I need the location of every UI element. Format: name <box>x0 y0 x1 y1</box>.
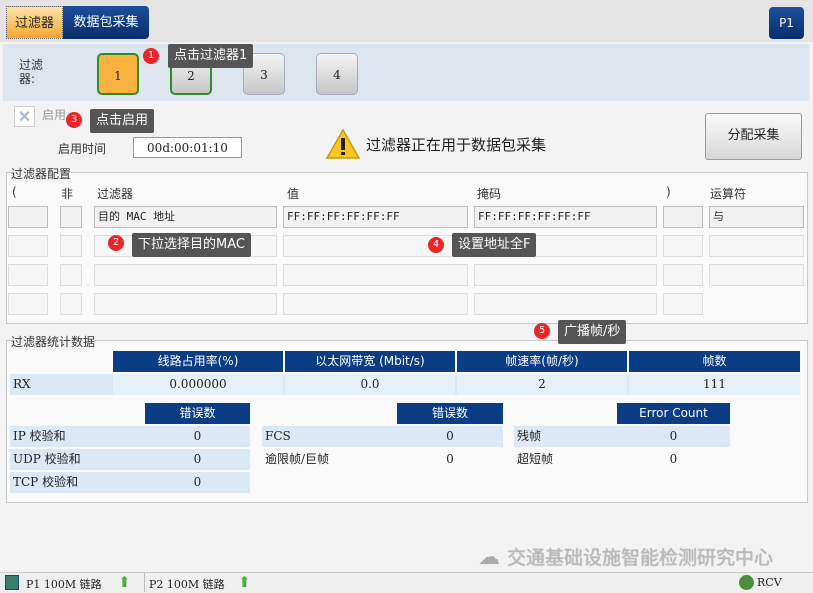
stats-header-bandwidth: 以太网带宽 (Mbit/s) <box>285 351 455 372</box>
err2-row-value: 0 <box>397 426 503 447</box>
err1-row-label: IP 校验和 <box>10 426 145 447</box>
enable-time-label: 启用时间 <box>58 142 107 156</box>
err3-row-label: 残帧 <box>514 426 617 447</box>
rx-label: RX <box>13 377 31 391</box>
err3-row-value: 0 <box>669 452 678 466</box>
filter-stats-title: 过滤器统计数据 <box>11 333 96 350</box>
rx-frames: 111 <box>629 374 800 395</box>
annotation-1-callout: 点击过滤器1 <box>168 44 254 68</box>
config-row-1-value[interactable]: FF:FF:FF:FF:FF:FF <box>283 206 468 228</box>
config-row-3-mask[interactable] <box>474 264 657 286</box>
config-row-1-mask[interactable]: FF:FF:FF:FF:FF:FF <box>474 206 657 228</box>
filter-4-button[interactable]: 4 <box>316 53 358 95</box>
config-row-4-filter[interactable] <box>94 293 277 315</box>
config-row-2-close-paren[interactable] <box>663 235 703 257</box>
err3-row-label: 超短帧 <box>517 452 554 466</box>
err1-header: 错误数 <box>145 403 250 424</box>
divider <box>144 573 145 592</box>
header-open-paren: ( <box>12 185 17 199</box>
err3-header: Error Count <box>617 403 730 424</box>
enable-checkbox[interactable]: ✕ <box>14 106 35 127</box>
header-mask: 掩码 <box>477 187 502 201</box>
p2-link-up-icon: ⬆ <box>238 573 251 591</box>
config-row-1-close-paren[interactable] <box>663 206 703 228</box>
annotation-3-callout: 点击启用 <box>90 109 155 133</box>
config-row-2-open-paren[interactable] <box>8 235 48 257</box>
stats-header-frames: 帧数 <box>629 351 800 372</box>
p2-status: P2 100M 链路 <box>149 578 225 591</box>
port-p1-button[interactable]: P1 <box>769 7 804 39</box>
warning-icon <box>325 128 361 160</box>
config-row-3-not[interactable] <box>60 264 82 286</box>
annotation-2-number: 2 <box>108 235 124 251</box>
rx-frame-rate: 2 <box>457 374 627 395</box>
header-operator: 运算符 <box>710 187 747 201</box>
err1-row-value: 0 <box>145 426 250 447</box>
filter-config-title: 过滤器配置 <box>11 165 72 182</box>
enable-label: 启用 <box>42 108 67 122</box>
err1-row-label: UDP 校验和 <box>10 449 145 470</box>
config-row-4-not[interactable] <box>60 293 82 315</box>
annotation-5-number: 5 <box>534 323 550 339</box>
config-row-4-close-paren[interactable] <box>663 293 703 315</box>
config-row-2-operator[interactable] <box>709 235 804 257</box>
header-close-paren: ) <box>666 185 671 199</box>
port-icon <box>5 575 19 590</box>
err1-row-value: 0 <box>145 449 250 470</box>
rx-bandwidth: 0.0 <box>285 374 455 395</box>
err1-row-label: TCP 校验和 <box>10 472 145 493</box>
warning-text: 过滤器正在用于数据包采集 <box>366 136 547 154</box>
annotation-4-callout: 设置地址全F <box>452 233 537 257</box>
p1-link-up-icon: ⬆ <box>118 573 131 591</box>
err3-row-value: 0 <box>617 426 730 447</box>
enable-time-field: 00d:00:01:10 <box>133 137 242 158</box>
config-row-4-value[interactable] <box>283 293 468 315</box>
config-row-3-close-paren[interactable] <box>663 264 703 286</box>
annotation-2-callout: 下拉选择目的MAC <box>132 233 251 257</box>
stats-header-utilization: 线路占用率(%) <box>113 351 283 372</box>
annotation-4-number: 4 <box>428 237 444 253</box>
config-row-4-mask[interactable] <box>474 293 657 315</box>
config-row-3-open-paren[interactable] <box>8 264 48 286</box>
p1-status: P1 100M 链路 <box>26 578 102 591</box>
filter-selector-label: 过滤器: <box>19 58 44 86</box>
rcv-status: RCV <box>757 576 782 589</box>
config-row-3-filter[interactable] <box>94 264 277 286</box>
tab-filter[interactable]: 过滤器 <box>6 6 63 39</box>
err2-row-label: FCS <box>262 426 397 447</box>
config-row-3-value[interactable] <box>283 264 468 286</box>
rx-utilization: 0.000000 <box>113 374 283 395</box>
header-not: 非 <box>61 187 74 201</box>
err2-row-label: 逾限帧/巨帧 <box>265 452 330 466</box>
assign-capture-button[interactable]: 分配采集 <box>705 113 802 160</box>
config-row-1-open-paren[interactable] <box>8 206 48 228</box>
filter-1-button[interactable]: 1 <box>97 53 139 95</box>
config-row-3-operator[interactable] <box>709 264 804 286</box>
config-row-4-open-paren[interactable] <box>8 293 48 315</box>
config-row-2-not[interactable] <box>60 235 82 257</box>
header-value: 值 <box>287 187 300 201</box>
wechat-icon: ☁ <box>478 545 500 570</box>
config-row-1-filter[interactable]: 目的 MAC 地址 <box>94 206 277 228</box>
annotation-5-callout: 广播帧/秒 <box>558 320 627 344</box>
err2-header: 错误数 <box>397 403 503 424</box>
header-filter: 过滤器 <box>97 187 134 201</box>
tab-packet-capture[interactable]: 数据包采集 <box>63 6 149 39</box>
watermark: 交通基础设施智能检测研究中心 <box>507 547 774 569</box>
config-row-1-operator[interactable]: 与 <box>709 206 804 228</box>
stats-header-frame-rate: 帧速率(帧/秒) <box>457 351 627 372</box>
config-row-1-not[interactable] <box>60 206 82 228</box>
err2-row-value: 0 <box>446 452 454 466</box>
rcv-icon <box>739 575 754 590</box>
annotation-3-number: 3 <box>66 112 82 128</box>
err1-row-value: 0 <box>145 472 250 493</box>
annotation-1-number: 1 <box>143 48 159 64</box>
